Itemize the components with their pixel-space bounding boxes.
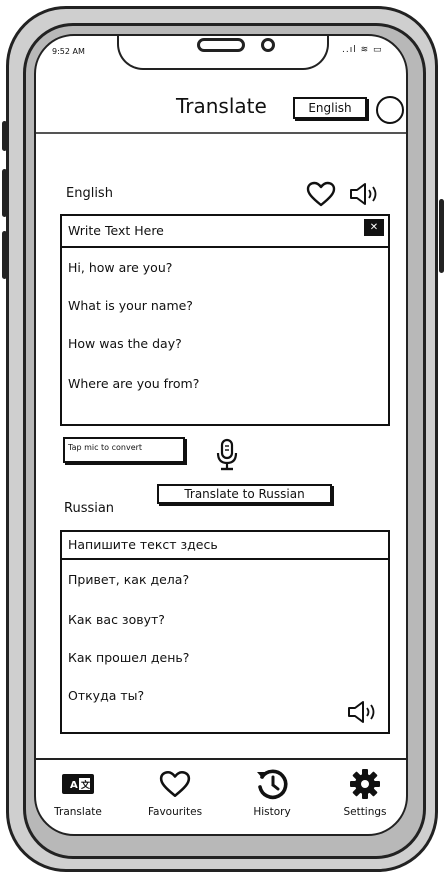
heart-icon[interactable]: [306, 181, 336, 207]
source-phrase[interactable]: Where are you from?: [68, 376, 199, 391]
target-output-placeholder: Напишите текст здесь: [68, 537, 218, 552]
heart-icon: [159, 770, 191, 798]
nav-label-translate: Translate: [54, 806, 102, 818]
source-input-field[interactable]: Write Text Here ✕: [62, 216, 388, 248]
translate-button[interactable]: Translate to Russian: [157, 484, 332, 504]
nav-label-favourites: Favourites: [147, 806, 203, 818]
language-select-button[interactable]: English: [293, 97, 367, 119]
notch: [117, 36, 329, 70]
nav-item-history[interactable]: History: [232, 764, 312, 818]
translate-icon: A 文: [62, 774, 94, 794]
close-icon[interactable]: ✕: [364, 219, 384, 236]
phone-volume-up-button: [2, 169, 7, 217]
bottom-nav-divider: [36, 758, 406, 760]
status-time: 9:52 AM: [52, 47, 85, 56]
target-phrase[interactable]: Привет, как дела?: [68, 572, 189, 587]
status-indicators-icon: ..ıl ≋ ▭: [342, 45, 383, 55]
source-language-label: English: [66, 186, 113, 201]
front-camera: [261, 38, 275, 52]
svg-text:A: A: [70, 780, 78, 791]
nav-item-translate[interactable]: A 文 Translate: [38, 764, 118, 818]
speaker-icon[interactable]: [346, 700, 378, 724]
source-phrase[interactable]: Hi, how are you?: [68, 260, 172, 275]
source-phrase[interactable]: How was the day?: [68, 336, 182, 351]
header-divider: [36, 132, 406, 134]
mic-hint-label: Tap mic to convert: [63, 437, 185, 463]
speaker-grille: [197, 38, 245, 52]
nav-label-history: History: [253, 806, 291, 818]
nav-label-settings: Settings: [343, 806, 387, 818]
source-phrase[interactable]: What is your name?: [68, 298, 193, 313]
source-text-box[interactable]: Write Text Here ✕ Hi, how are you? What …: [60, 214, 390, 426]
target-output-field[interactable]: Напишите текст здесь: [62, 532, 388, 560]
target-phrase[interactable]: Как вас зовут?: [68, 612, 165, 627]
phone-power-button: [439, 199, 444, 273]
avatar[interactable]: [376, 96, 404, 124]
speaker-icon[interactable]: [348, 182, 380, 206]
target-language-label: Russian: [64, 501, 115, 516]
target-phrase[interactable]: Как прошел день?: [68, 650, 189, 665]
target-phrase[interactable]: Откуда ты?: [68, 688, 144, 703]
microphone-icon[interactable]: [214, 438, 240, 472]
page-title: Translate: [176, 94, 267, 118]
nav-item-favourites[interactable]: Favourites: [135, 764, 215, 818]
phone-volume-down-button: [2, 231, 7, 279]
nav-item-settings[interactable]: Settings: [325, 764, 405, 818]
target-text-box[interactable]: Напишите текст здесь Привет, как дела? К…: [60, 530, 390, 734]
history-icon: [257, 769, 288, 800]
svg-text:文: 文: [80, 779, 91, 791]
gear-icon: [350, 769, 380, 799]
source-input-placeholder: Write Text Here: [68, 223, 164, 238]
phone-side-button: [2, 121, 7, 151]
phone-screen: 9:52 AM ..ıl ≋ ▭ Translate English Engli…: [34, 34, 408, 836]
